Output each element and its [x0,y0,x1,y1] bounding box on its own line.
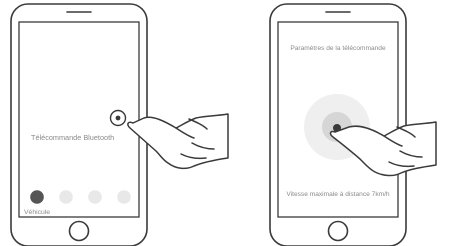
remote-settings-title: Paramètres de la télécommande [290,45,386,52]
left-phone-home-button[interactable] [68,220,90,242]
bluetooth-target-dot [115,115,121,121]
tab-dot-3[interactable] [88,190,102,204]
right-phone: Paramètres de la télécommande Vitesse ma… [269,3,407,246]
tab-dot-4[interactable] [117,190,131,204]
right-phone-home-button[interactable] [327,220,349,242]
max-speed-label: Vitesse maximale à distance 7km/h [286,191,390,198]
bluetooth-remote-label: Télécommande Bluetooth [31,133,114,142]
tab-dot-2[interactable] [59,190,73,204]
vehicle-label: Véhicule [24,209,50,216]
tab-dot-vehicle[interactable] [30,190,44,204]
left-phone: Télécommande Bluetooth Véhicule [10,3,148,246]
instruction-illustration: Télécommande Bluetooth Véhicule Paramètr… [10,3,437,246]
